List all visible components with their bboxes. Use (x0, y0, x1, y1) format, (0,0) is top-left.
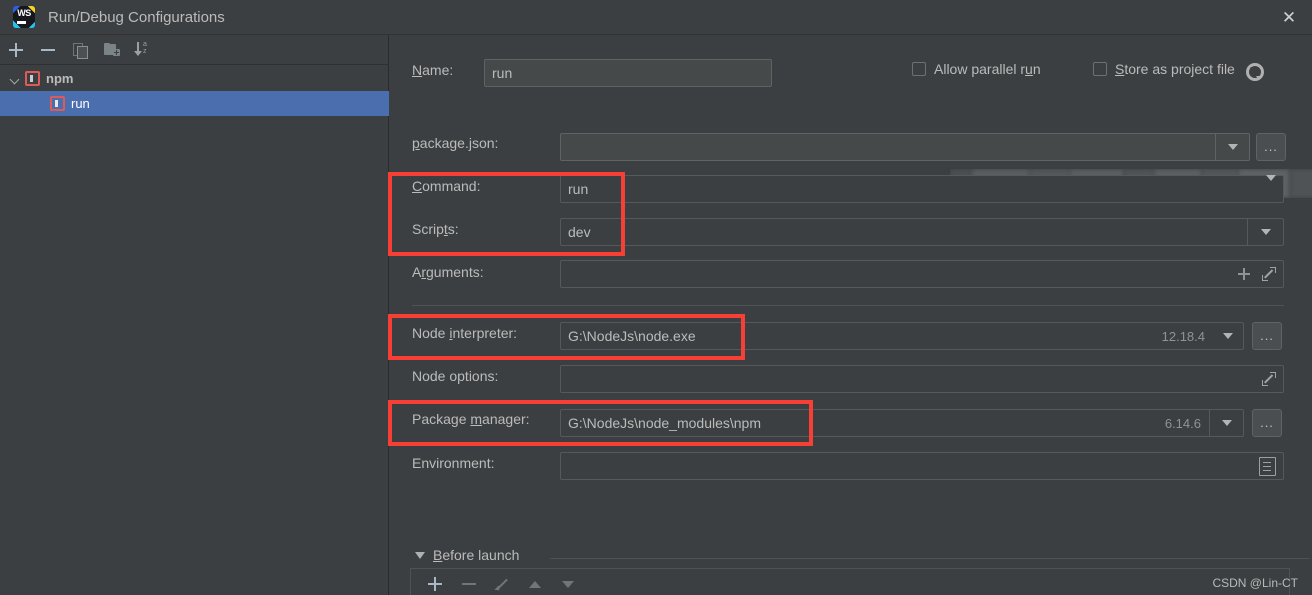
node-interpreter-label-row: Node interpreter: (412, 325, 517, 341)
npm-config-icon (50, 96, 65, 111)
package-json-label-row: package.json: (412, 135, 498, 151)
before-launch-edit-button (485, 571, 518, 595)
name-input-value: run (492, 65, 513, 81)
sort-configurations-button[interactable]: az (128, 36, 160, 64)
node-options-label: Node options: (412, 368, 499, 384)
before-launch-panel (410, 568, 1290, 595)
name-label-row: Name: (412, 62, 453, 78)
gear-icon[interactable] (1244, 61, 1264, 81)
package-manager-label-row: Package manager: (412, 411, 530, 427)
arguments-input[interactable] (560, 260, 1284, 288)
package-json-browse-button[interactable]: ... (1256, 133, 1286, 161)
plus-icon (428, 576, 443, 592)
save-configuration-button[interactable] (96, 36, 128, 64)
minus-icon (41, 43, 55, 57)
node-interpreter-input[interactable]: G:\NodeJs\node.exe 12.18.4 (560, 322, 1244, 350)
window-title: Run/Debug Configurations (48, 8, 225, 26)
add-configuration-button[interactable] (0, 36, 32, 64)
node-interpreter-browse-button[interactable]: ... (1252, 322, 1282, 350)
remove-configuration-button[interactable] (32, 36, 64, 64)
minus-icon (461, 583, 476, 585)
environment-label-row: Environment: (412, 455, 494, 471)
package-manager-value: G:\NodeJs\node_modules\npm (568, 415, 761, 431)
close-icon[interactable]: ✕ (1266, 0, 1312, 35)
allow-parallel-run-label-pre: Allow parallel r (934, 61, 1026, 77)
node-interpreter-label: Node interpreter: (412, 325, 518, 341)
tree-item-npm[interactable]: npm (0, 66, 389, 91)
package-manager-browse-button[interactable]: ... (1252, 409, 1282, 437)
copy-configuration-button[interactable] (64, 36, 96, 64)
run-debug-configurations-dialog: WS Run/Debug Configurations ✕ az npm run… (0, 0, 1312, 595)
environment-variables-icon[interactable] (1259, 456, 1276, 476)
command-label-row: Command: (412, 178, 480, 194)
before-launch-toolbar (411, 569, 1289, 595)
watermark: CSDN @Lin-CT (1212, 576, 1298, 590)
copy-icon (73, 42, 88, 59)
npm-config-icon (25, 71, 40, 86)
folder-add-icon (104, 43, 120, 56)
node-interpreter-value: G:\NodeJs\node.exe (568, 328, 696, 344)
package-manager-dropdown-arrow[interactable] (1209, 410, 1243, 436)
before-launch-header[interactable]: Before launch (415, 547, 519, 563)
before-launch-divider (550, 558, 1310, 559)
arguments-label-row: Arguments: (412, 264, 484, 280)
package-json-input[interactable] (560, 133, 1250, 161)
before-launch-remove-button (452, 571, 485, 595)
configurations-panel: az npm run (0, 35, 389, 595)
package-manager-label: Package manager: (412, 411, 530, 427)
node-interpreter-dropdown-arrow[interactable] (1213, 323, 1243, 349)
title-bar: WS Run/Debug Configurations ✕ (0, 0, 1312, 35)
configurations-tree: npm run (0, 66, 389, 116)
command-input[interactable]: run (560, 175, 1284, 203)
chevron-down-icon[interactable] (8, 72, 22, 86)
scripts-label: Scripts: (412, 221, 459, 237)
checkbox-box[interactable] (1093, 62, 1107, 76)
tree-item-run[interactable]: run (0, 91, 389, 116)
pencil-icon (495, 577, 509, 591)
expand-icon[interactable] (1262, 372, 1276, 386)
store-as-project-file-checkbox[interactable]: Store as project file (1093, 61, 1264, 81)
scripts-dropdown-arrow[interactable] (1247, 219, 1283, 245)
name-input[interactable]: run (484, 59, 772, 87)
node-options-input[interactable] (560, 365, 1284, 393)
before-launch-label: Before launch (433, 547, 520, 563)
command-label: Command: (412, 178, 481, 194)
configurations-toolbar: az (0, 35, 389, 65)
command-dropdown-arrow[interactable] (1266, 175, 1276, 197)
arguments-label: Arguments: (412, 264, 484, 280)
scripts-label-row: Scripts: (412, 221, 459, 237)
package-manager-input[interactable]: G:\NodeJs\node_modules\npm 6.14.6 (560, 409, 1244, 437)
arrow-up-icon (528, 580, 541, 588)
node-interpreter-version: 12.18.4 (1161, 328, 1205, 344)
before-launch-add-button[interactable] (419, 571, 452, 595)
allow-parallel-run-checkbox[interactable]: Allow parallel run (912, 61, 1041, 77)
before-launch-move-down-button (551, 571, 584, 595)
before-launch-move-up-button (518, 571, 551, 595)
tree-item-npm-label: npm (46, 71, 74, 86)
package-manager-version: 6.14.6 (1164, 415, 1201, 431)
tree-item-run-label: run (71, 96, 90, 111)
package-json-label: package.json: (412, 135, 499, 151)
configuration-form: Name: run Allow parallel run Store as pr… (390, 35, 1312, 595)
arrow-down-icon (561, 580, 574, 588)
name-label: Name: (412, 62, 454, 78)
scripts-input-value: dev (568, 224, 591, 240)
webstorm-icon: WS (13, 6, 35, 28)
command-input-value: run (568, 181, 589, 197)
package-json-dropdown-arrow[interactable] (1215, 134, 1249, 160)
sort-alphabetical-icon: az (134, 41, 152, 57)
environment-label: Environment: (412, 455, 495, 471)
plus-icon[interactable] (1238, 268, 1250, 280)
plus-icon (9, 42, 23, 57)
expand-icon[interactable] (1262, 267, 1276, 281)
node-options-label-row: Node options: (412, 368, 498, 384)
chevron-down-icon[interactable] (415, 551, 425, 559)
scripts-input[interactable]: dev (560, 218, 1284, 246)
section-divider (412, 305, 1284, 306)
checkbox-box[interactable] (912, 62, 926, 76)
environment-input[interactable] (560, 452, 1284, 480)
